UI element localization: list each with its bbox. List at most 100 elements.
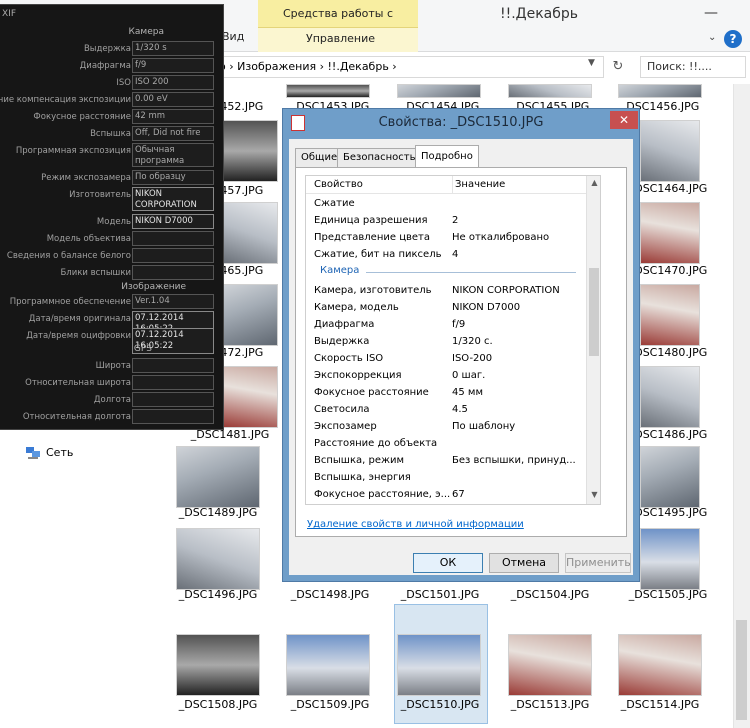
- file-thumbnail[interactable]: [222, 284, 278, 346]
- file-thumbnail[interactable]: [640, 446, 700, 508]
- minimize-button[interactable]: —: [700, 6, 722, 20]
- file-label[interactable]: _DSC1504.JPG: [500, 588, 600, 601]
- file-thumbnail[interactable]: [618, 84, 702, 98]
- property-name: Камера, изготовитель: [314, 285, 432, 296]
- file-label[interactable]: _DSC1486.JPG: [628, 428, 708, 441]
- tab-security[interactable]: Безопасность: [337, 148, 422, 167]
- file-thumbnail[interactable]: [508, 634, 592, 696]
- exif-value[interactable]: NIKON D7000: [132, 214, 214, 229]
- file-thumbnail[interactable]: [176, 528, 260, 590]
- exif-value[interactable]: Off, Did not fire: [132, 126, 214, 141]
- chevron-down-icon[interactable]: ▼: [588, 58, 595, 68]
- property-value: Без вспышки, принуд...: [452, 455, 576, 466]
- exif-label: Выдержка: [83, 44, 131, 54]
- file-label[interactable]: _DSC1513.JPG: [500, 698, 600, 711]
- exif-value[interactable]: [132, 265, 214, 280]
- file-label[interactable]: _DSC1505.JPG: [618, 588, 718, 601]
- file-thumbnail[interactable]: [222, 366, 278, 428]
- properties-list[interactable]: Свойство Значение Сжатие Единица разреше…: [305, 175, 601, 505]
- exif-value[interactable]: 42 mm: [132, 109, 214, 124]
- file-label[interactable]: _DSC1496.JPG: [168, 588, 268, 601]
- breadcrumb[interactable]: о › Изображения › !!.Декабрь ›: [214, 56, 604, 78]
- file-thumbnail[interactable]: [176, 634, 260, 696]
- column-header-value[interactable]: Значение: [452, 176, 505, 194]
- exif-value[interactable]: По образцу: [132, 170, 214, 185]
- column-header-property[interactable]: Свойство: [314, 176, 363, 194]
- exif-label: Диафрагма: [79, 61, 131, 71]
- tab-view[interactable]: Вид: [222, 30, 244, 43]
- apply-button[interactable]: Применить: [565, 553, 631, 573]
- file-thumbnail[interactable]: [286, 84, 370, 98]
- property-name: Выдержка: [314, 336, 370, 347]
- exif-value[interactable]: Обычная программа: [132, 143, 214, 167]
- exif-value[interactable]: NIKON CORPORATION: [132, 187, 214, 211]
- close-button[interactable]: ✕: [610, 111, 638, 129]
- property-name: Вспышка, энергия: [314, 472, 411, 483]
- exif-value[interactable]: [132, 392, 214, 407]
- file-thumbnail[interactable]: [286, 634, 370, 696]
- list-scrollbar[interactable]: ▲ ▼: [586, 176, 600, 504]
- exif-value[interactable]: [132, 409, 214, 424]
- exif-label: Дата/время оригинала: [28, 314, 131, 324]
- file-thumbnail[interactable]: [508, 84, 592, 98]
- scroll-down-icon[interactable]: ▼: [587, 490, 600, 499]
- property-name: Экспозамер: [314, 421, 377, 432]
- list-header: Свойство Значение: [306, 176, 586, 194]
- exif-label: Вспышка: [90, 129, 131, 139]
- file-thumbnail[interactable]: [640, 366, 700, 428]
- file-label[interactable]: _DSC1464.JPG: [628, 182, 708, 195]
- file-thumbnail[interactable]: [640, 202, 700, 264]
- exif-label: Фокусное расстояние: [33, 112, 131, 122]
- file-label[interactable]: _DSC1480.JPG: [628, 346, 708, 359]
- file-thumbnail[interactable]: [222, 202, 278, 264]
- dialog-body: Общие Безопасность Подробно Свойство Зна…: [289, 139, 633, 575]
- file-label[interactable]: _DSC1501.JPG: [390, 588, 490, 601]
- ok-button[interactable]: ОК: [413, 553, 483, 573]
- tab-manage[interactable]: Управление: [258, 28, 418, 52]
- breadcrumb-item[interactable]: Изображения: [237, 60, 316, 73]
- file-label[interactable]: _DSC1470.JPG: [628, 264, 708, 277]
- file-thumbnail[interactable]: [640, 528, 700, 590]
- remove-properties-link[interactable]: Удаление свойств и личной информации: [307, 519, 524, 530]
- exif-value[interactable]: [132, 248, 214, 263]
- file-thumbnail[interactable]: [397, 634, 481, 696]
- refresh-icon[interactable]: ↻: [608, 57, 628, 77]
- file-thumbnail[interactable]: [640, 120, 700, 182]
- property-value: 0 шаг.: [452, 370, 486, 381]
- exif-label: Относительная широта: [25, 378, 131, 388]
- file-label[interactable]: _DSC1514.JPG: [610, 698, 710, 711]
- scroll-up-icon[interactable]: ▲: [587, 178, 600, 187]
- help-icon[interactable]: ?: [724, 30, 742, 48]
- file-thumbnail[interactable]: [222, 120, 278, 182]
- property-name: Сжатие, бит на пиксель: [314, 249, 442, 260]
- exif-value[interactable]: [132, 231, 214, 246]
- exif-value[interactable]: Ver.1.04: [132, 294, 214, 309]
- file-label[interactable]: _DSC1498.JPG: [280, 588, 380, 601]
- file-thumbnail[interactable]: [176, 446, 260, 508]
- breadcrumb-item[interactable]: !!.Декабрь: [328, 60, 389, 73]
- file-label[interactable]: _DSC1495.JPG: [628, 506, 708, 519]
- chevron-down-icon[interactable]: ⌄: [708, 32, 716, 43]
- exif-value[interactable]: [132, 358, 214, 373]
- tab-general[interactable]: Общие: [295, 148, 344, 167]
- file-thumbnail[interactable]: [618, 634, 702, 696]
- search-input[interactable]: Поиск: !!....: [640, 56, 746, 78]
- exif-value[interactable]: f/9: [132, 58, 214, 73]
- file-label[interactable]: _DSC1510.JPG: [390, 698, 490, 711]
- tab-details[interactable]: Подробно: [415, 145, 479, 168]
- exif-label: Программное обеспечение: [9, 297, 131, 307]
- exif-label: Долгота: [93, 395, 131, 405]
- exif-value[interactable]: ISO 200: [132, 75, 214, 90]
- scrollbar-thumb[interactable]: [736, 620, 747, 720]
- cancel-button[interactable]: Отмена: [489, 553, 559, 573]
- nav-item-network[interactable]: Сеть: [26, 446, 73, 459]
- scrollbar-thumb[interactable]: [589, 268, 599, 356]
- exif-value[interactable]: 0.00 eV: [132, 92, 214, 107]
- file-label[interactable]: _DSC1489.JPG: [168, 506, 268, 519]
- exif-value[interactable]: 1/320 s: [132, 41, 214, 56]
- exif-value[interactable]: [132, 375, 214, 390]
- file-thumbnail[interactable]: [640, 284, 700, 346]
- file-label[interactable]: _DSC1509.JPG: [280, 698, 380, 711]
- file-label[interactable]: _DSC1508.JPG: [168, 698, 268, 711]
- file-thumbnail[interactable]: [397, 84, 481, 98]
